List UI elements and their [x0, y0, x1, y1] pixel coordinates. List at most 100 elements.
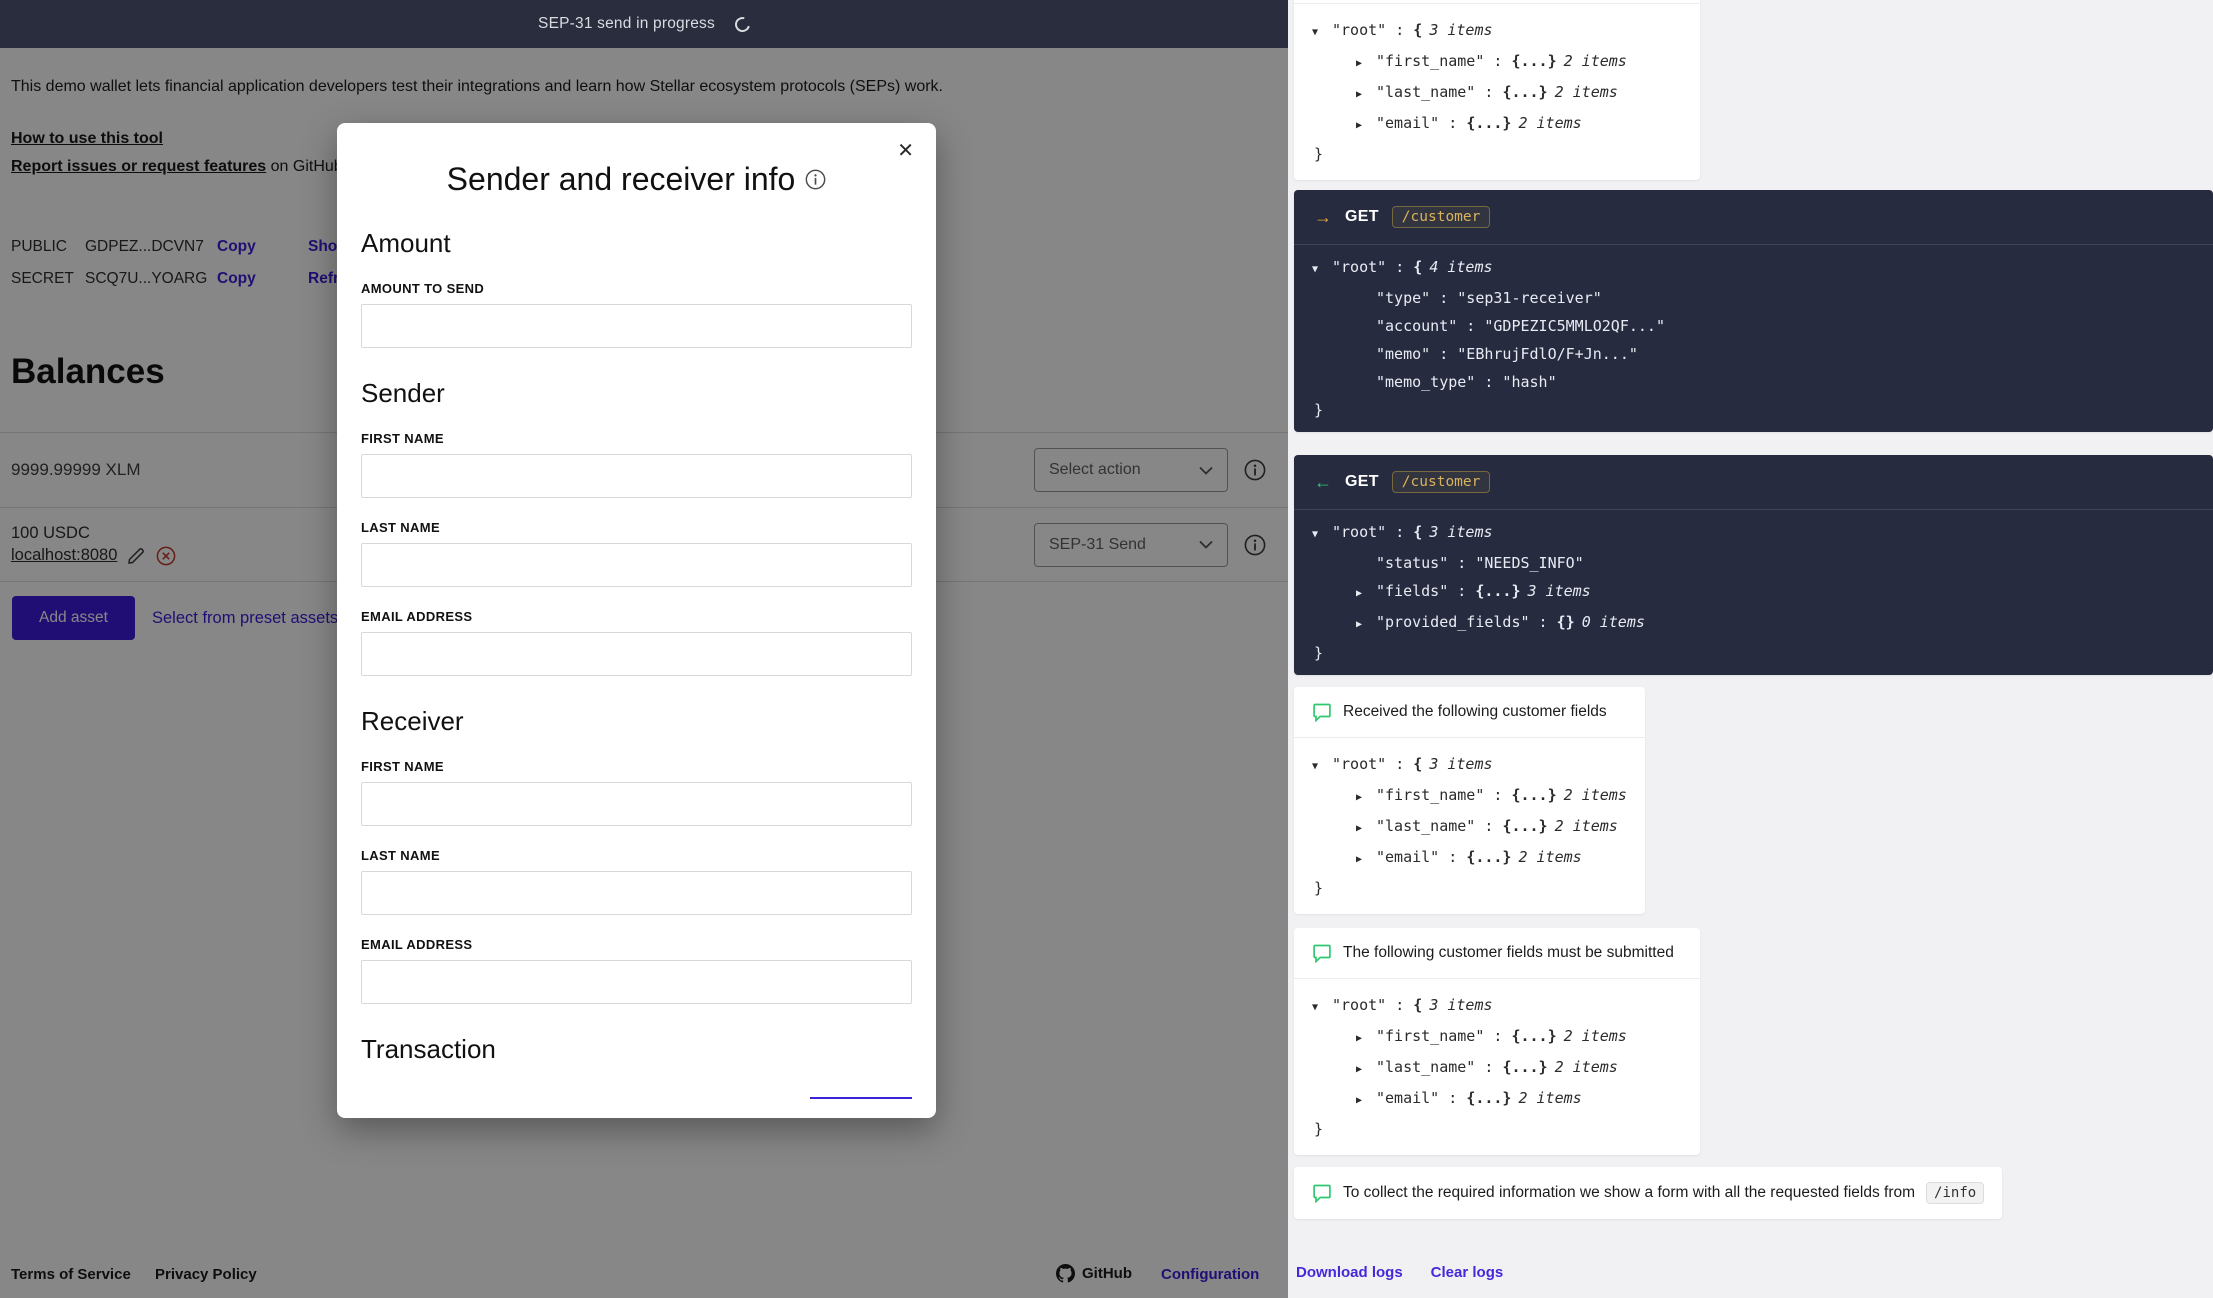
json-tree: ▼"root" : {3 items ▶"first_name" : {...}…	[1294, 979, 1700, 1155]
endpoint-badge: /customer	[1392, 471, 1491, 493]
tree-row: ▼"root" : {3 items	[1312, 750, 1627, 781]
http-method: GET	[1345, 473, 1379, 491]
endpoint-chip: /info	[1926, 1182, 1984, 1204]
sender-email-label: EMAIL ADDRESS	[361, 609, 912, 624]
log-message-text: The following customer fields must be su…	[1343, 944, 1674, 962]
log-message-header: The following customer fields must be su…	[1294, 928, 1700, 978]
json-tree: ▼"root" : {3 items ▶"first_name" : {...}…	[1294, 4, 1700, 180]
json-tree: ▼"root" : {3 items ▶"first_name" : {...}…	[1294, 738, 1645, 914]
tree-row: "memo" : "EBhrujFdlO/F+Jn..."	[1312, 340, 2195, 368]
receiver-section-heading: Receiver	[361, 706, 912, 737]
log-panel-footer: Download logs Clear logs	[1296, 1264, 1503, 1281]
tree-row: ▼"root" : {3 items	[1312, 16, 1682, 47]
collapse-icon[interactable]: ▼	[1312, 19, 1332, 47]
receiver-email-input[interactable]	[361, 960, 912, 1004]
modal-title-row: Sender and receiver info	[361, 161, 912, 198]
expand-icon[interactable]: ▶	[1356, 1087, 1376, 1115]
amount-to-send-input[interactable]	[361, 304, 912, 348]
json-tree: ▼"root" : {4 items "type" : "sep31-recei…	[1294, 245, 2213, 432]
app-root: SEP-31 send in progress This demo wallet…	[0, 0, 2213, 1298]
collapse-icon[interactable]: ▼	[1312, 256, 1332, 284]
log-message-text: Received the following customer fields	[1343, 703, 1607, 721]
expand-icon[interactable]: ▶	[1356, 112, 1376, 140]
http-method: GET	[1345, 208, 1379, 226]
log-card-customer-fields-top: ▼"root" : {3 items ▶"first_name" : {...}…	[1294, 0, 1700, 180]
expand-icon[interactable]: ▶	[1356, 784, 1376, 812]
tree-row: ▶"last_name" : {...}2 items	[1312, 1053, 1682, 1084]
response-header: ← GET /customer	[1294, 455, 2213, 509]
tree-row: "memo_type" : "hash"	[1312, 368, 2195, 396]
expand-icon[interactable]: ▶	[1356, 1025, 1376, 1053]
tree-row: ▶"provided_fields" : {}0 items	[1312, 608, 2195, 639]
chat-bubble-icon	[1312, 943, 1332, 963]
amount-section-heading: Amount	[361, 228, 912, 259]
tree-row: }	[1312, 396, 2195, 424]
chat-bubble-icon	[1312, 702, 1332, 722]
tree-row: ▶"first_name" : {...}2 items	[1312, 781, 1627, 812]
expand-icon[interactable]: ▶	[1356, 815, 1376, 843]
sender-first-name-label: FIRST NAME	[361, 431, 912, 446]
request-header: → GET /customer	[1294, 190, 2213, 244]
log-message-text: To collect the required information we s…	[1343, 1184, 1915, 1202]
json-tree: ▼"root" : {3 items "status" : "NEEDS_INF…	[1294, 510, 2213, 675]
tree-row: ▶"first_name" : {...}2 items	[1312, 47, 1682, 78]
log-card-received-fields: Received the following customer fields ▼…	[1294, 687, 1645, 914]
expand-icon[interactable]: ▶	[1356, 580, 1376, 608]
sender-receiver-modal: ✕ Sender and receiver info Amount AMOUNT…	[337, 123, 936, 1118]
close-icon[interactable]: ✕	[893, 137, 918, 165]
sender-last-name-label: LAST NAME	[361, 520, 912, 535]
expand-icon[interactable]: ▶	[1356, 611, 1376, 639]
tree-row: "account" : "GDPEZIC5MMLO2QF..."	[1312, 312, 2195, 340]
collapse-icon[interactable]: ▼	[1312, 994, 1332, 1022]
status-banner: SEP-31 send in progress	[0, 0, 1288, 48]
log-card-collect-info: To collect the required information we s…	[1294, 1167, 2002, 1219]
log-card-get-customer-response: ← GET /customer ▼"root" : {3 items "stat…	[1294, 455, 2213, 675]
log-panel: ▼"root" : {3 items ▶"first_name" : {...}…	[1288, 0, 2213, 1298]
status-banner-text: SEP-31 send in progress	[538, 15, 715, 33]
log-card-get-customer-request: → GET /customer ▼"root" : {4 items "type…	[1294, 190, 2213, 432]
incoming-arrow-icon: ←	[1314, 472, 1332, 493]
submit-link-underline[interactable]	[810, 1097, 912, 1099]
endpoint-badge: /customer	[1392, 206, 1491, 228]
outgoing-arrow-icon: →	[1314, 207, 1332, 228]
info-icon[interactable]	[805, 169, 826, 190]
expand-icon[interactable]: ▶	[1356, 1056, 1376, 1084]
log-card-fields-must-be-submitted: The following customer fields must be su…	[1294, 928, 1700, 1155]
log-message-header: To collect the required information we s…	[1294, 1167, 2002, 1219]
tree-row: }	[1312, 874, 1627, 902]
expand-icon[interactable]: ▶	[1356, 50, 1376, 78]
tree-row: "status" : "NEEDS_INFO"	[1312, 549, 2195, 577]
chat-bubble-icon	[1312, 1183, 1332, 1203]
tree-row: }	[1312, 140, 1682, 168]
tree-row: ▶"email" : {...}2 items	[1312, 843, 1627, 874]
tree-row: ▶"email" : {...}2 items	[1312, 109, 1682, 140]
collapse-icon[interactable]: ▼	[1312, 521, 1332, 549]
sender-first-name-input[interactable]	[361, 454, 912, 498]
expand-icon[interactable]: ▶	[1356, 846, 1376, 874]
tree-row: ▶"fields" : {...}3 items	[1312, 577, 2195, 608]
expand-icon[interactable]: ▶	[1356, 81, 1376, 109]
clear-logs-button[interactable]: Clear logs	[1431, 1264, 1504, 1281]
tree-row: ▶"last_name" : {...}2 items	[1312, 812, 1627, 843]
sender-last-name-input[interactable]	[361, 543, 912, 587]
tree-row: "type" : "sep31-receiver"	[1312, 284, 2195, 312]
collapse-icon[interactable]: ▼	[1312, 753, 1332, 781]
sender-section-heading: Sender	[361, 378, 912, 409]
tree-row: ▶"last_name" : {...}2 items	[1312, 78, 1682, 109]
receiver-email-label: EMAIL ADDRESS	[361, 937, 912, 952]
tree-row: ▶"email" : {...}2 items	[1312, 1084, 1682, 1115]
log-message-header: Received the following customer fields	[1294, 687, 1645, 737]
tree-row: ▼"root" : {3 items	[1312, 991, 1682, 1022]
download-logs-button[interactable]: Download logs	[1296, 1264, 1403, 1281]
transaction-section-heading: Transaction	[361, 1034, 912, 1065]
receiver-first-name-label: FIRST NAME	[361, 759, 912, 774]
amount-to-send-label: AMOUNT TO SEND	[361, 281, 912, 296]
modal-title: Sender and receiver info	[447, 161, 796, 198]
tree-row: ▼"root" : {3 items	[1312, 518, 2195, 549]
receiver-first-name-input[interactable]	[361, 782, 912, 826]
sender-email-input[interactable]	[361, 632, 912, 676]
loading-spinner-icon	[732, 14, 752, 34]
receiver-last-name-input[interactable]	[361, 871, 912, 915]
tree-row: ▶"first_name" : {...}2 items	[1312, 1022, 1682, 1053]
tree-row: ▼"root" : {4 items	[1312, 253, 2195, 284]
